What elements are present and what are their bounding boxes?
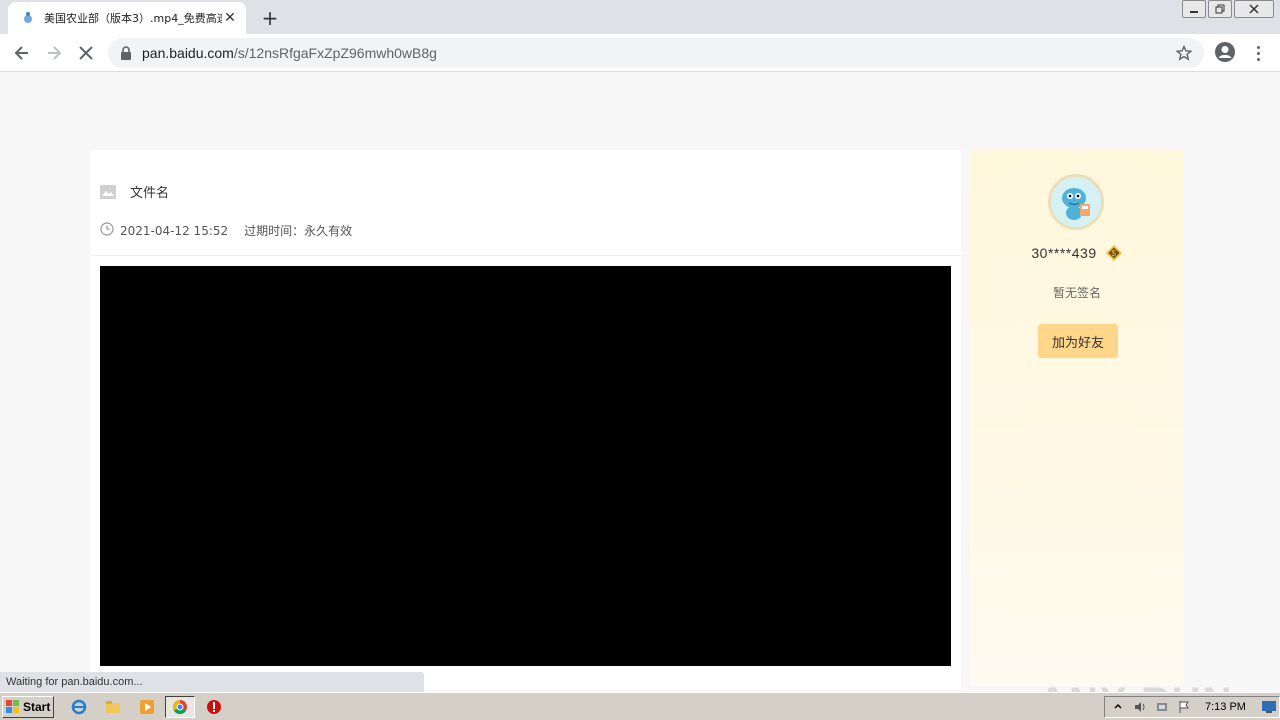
add-friend-button[interactable]: 加为好友	[1038, 324, 1118, 358]
close-window-button[interactable]	[1234, 0, 1274, 18]
baidu-pan-favicon-icon	[20, 10, 36, 26]
system-tray: 7:13 PM	[1104, 696, 1280, 718]
lock-icon	[120, 46, 134, 60]
network-icon[interactable]	[1153, 699, 1171, 715]
chevron-up-icon[interactable]	[1109, 699, 1127, 715]
sharer-profile-card: 30****439 $ 暂无签名 加为好友	[970, 150, 1184, 686]
taskbar-clock[interactable]: 7:13 PM	[1205, 701, 1246, 713]
dinosaur-avatar-icon	[1062, 188, 1090, 220]
windows-flag-icon	[6, 700, 20, 714]
url-text: pan.baidu.com/s/12nsRfgaFxZpZ96mwh0wB8g	[142, 45, 437, 61]
username-row: 30****439 $	[970, 244, 1184, 262]
tab-close-icon[interactable]: ✕	[222, 10, 238, 26]
address-bar[interactable]: pan.baidu.com/s/12nsRfgaFxZpZ96mwh0wB8g	[108, 38, 1204, 68]
username: 30****439	[1031, 245, 1097, 261]
vip-badge-icon: $	[1105, 244, 1123, 262]
minimize-button[interactable]	[1182, 0, 1206, 18]
forward-button[interactable]	[40, 39, 68, 67]
window-controls	[1182, 0, 1274, 18]
tab-title: 美国农业部（版本3）.mp4_免费高速下载|百度网盘-分享无限制	[44, 12, 222, 25]
restore-icon	[1215, 4, 1225, 14]
bookmark-star-icon[interactable]	[1175, 44, 1193, 65]
file-explorer-icon[interactable]	[104, 698, 122, 716]
close-icon	[1249, 4, 1259, 14]
file-meta: 2021-04-12 15:52 过期时间：永久有效	[100, 222, 352, 239]
status-bar: Waiting for pan.baidu.com...	[0, 672, 424, 692]
browser-toolbar: pan.baidu.com/s/12nsRfgaFxZpZ96mwh0wB8g	[0, 34, 1280, 72]
browser-tab[interactable]: 美国农业部（版本3）.mp4_免费高速下载|百度网盘-分享无限制 ✕	[8, 2, 246, 34]
chrome-taskbar-icon[interactable]	[165, 696, 195, 718]
media-player-icon[interactable]	[138, 698, 156, 716]
arrow-left-icon	[14, 46, 28, 60]
volume-icon[interactable]	[1131, 699, 1149, 715]
url-host: pan.baidu.com	[142, 45, 234, 61]
signature: 暂无签名	[1052, 286, 1101, 300]
divider	[90, 255, 961, 256]
clock-icon	[100, 222, 114, 239]
expire-info: 过期时间：永久有效	[244, 224, 353, 238]
stop-loading-button[interactable]	[72, 39, 100, 67]
share-date: 2021-04-12 15:52	[120, 223, 229, 238]
internet-explorer-icon[interactable]	[70, 698, 88, 716]
avatar[interactable]	[1048, 174, 1104, 230]
svg-text:$: $	[1111, 249, 1116, 258]
profile-avatar-icon[interactable]	[1214, 41, 1236, 67]
file-name: 文件名	[130, 186, 170, 201]
action-center-flag-icon[interactable]	[1175, 699, 1193, 715]
start-button[interactable]: Start	[2, 696, 54, 718]
taskbar: Start 7:13 PM	[0, 692, 1280, 720]
close-icon	[79, 46, 93, 60]
minimize-icon	[1190, 11, 1198, 13]
tab-strip: 美国农业部（版本3）.mp4_免费高速下载|百度网盘-分享无限制 ✕ +	[0, 0, 1280, 34]
file-header: 文件名	[100, 182, 169, 201]
restore-button[interactable]	[1208, 0, 1232, 18]
file-card: 文件名 2021-04-12 15:52 过期时间：永久有效	[90, 150, 961, 690]
url-path: /s/12nsRfgaFxZpZ96mwh0wB8g	[233, 45, 437, 61]
video-player[interactable]	[100, 266, 951, 666]
back-button[interactable]	[8, 39, 36, 67]
arrow-right-icon	[48, 46, 62, 60]
stop-sign-icon[interactable]	[205, 698, 223, 716]
start-label: Start	[23, 700, 51, 714]
page-content: 文件名 2021-04-12 15:52 过期时间：永久有效 30****439…	[0, 72, 1280, 720]
show-desktop-icon[interactable]	[1260, 699, 1278, 715]
more-menu-icon[interactable]	[1250, 41, 1266, 65]
new-tab-button[interactable]: +	[258, 6, 282, 30]
file-type-icon	[100, 184, 116, 200]
